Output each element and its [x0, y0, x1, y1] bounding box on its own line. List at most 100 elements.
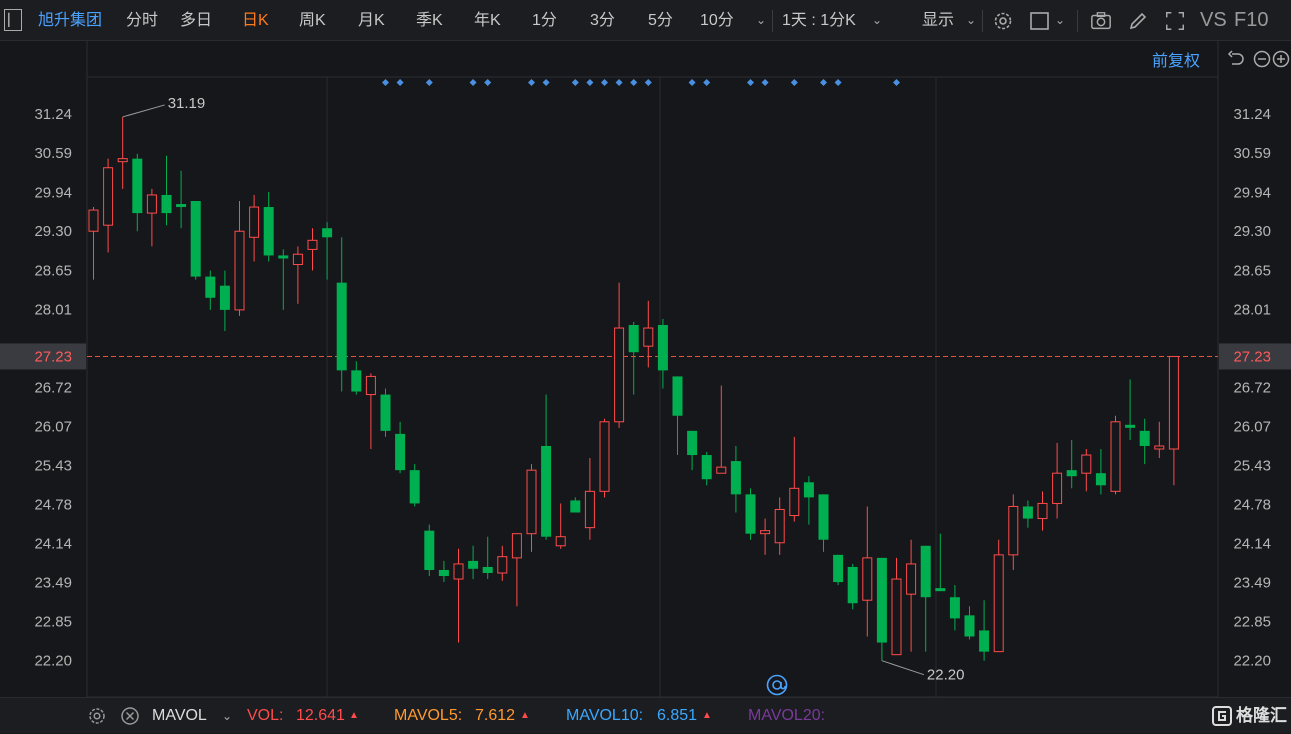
y-tick-label-right: 28.01	[1233, 301, 1271, 318]
candle-body	[511, 533, 522, 559]
candle-body	[1008, 505, 1019, 556]
chevron-down-icon[interactable]: ⌄	[966, 0, 976, 41]
indicator-select[interactable]: MAVOL	[152, 698, 207, 734]
candle-body	[862, 557, 873, 601]
y-tick-label-right: 26.72	[1233, 379, 1271, 396]
y-tick-label-left: 22.85	[34, 613, 72, 630]
tab-daily-k[interactable]: 日K	[242, 0, 269, 41]
tab-duori[interactable]: 多日	[180, 0, 212, 41]
event-marker	[790, 79, 798, 86]
divider	[772, 10, 773, 32]
y-tick-label-right: 26.07	[1233, 419, 1271, 436]
candle-body	[482, 566, 493, 573]
candle-body	[453, 563, 464, 580]
low-annotation-line	[881, 660, 925, 676]
event-marker	[893, 79, 900, 86]
current-price-label-left: 27.23	[34, 348, 72, 365]
adjust-mode-button[interactable]: 前复权	[1152, 47, 1200, 71]
event-marker	[703, 79, 711, 86]
candle-body	[949, 597, 960, 619]
tab-quarterly-k[interactable]: 季K	[416, 0, 443, 41]
y-tick-label-right: 22.20	[1233, 653, 1271, 670]
y-tick-label-right: 29.30	[1233, 223, 1271, 240]
sidebar-toggle-icon[interactable]: ▏	[4, 9, 22, 31]
chevron-down-icon[interactable]: ⌄	[756, 0, 766, 41]
candle-body	[760, 530, 771, 535]
chart-area[interactable]: 31.24 31.24 30.59 30.59 29.94 29.94 29.30 29.30…	[0, 41, 1291, 698]
tab-5min[interactable]: 5分	[648, 0, 673, 41]
candle-body	[643, 327, 654, 347]
chevron-down-icon[interactable]: ⌄	[222, 698, 232, 734]
tab-10min[interactable]: 10分	[700, 0, 734, 41]
vs-button[interactable]: VS	[1200, 0, 1227, 41]
candle-body	[701, 455, 712, 480]
divider	[1077, 10, 1078, 32]
pencil-icon[interactable]	[1127, 0, 1149, 41]
chevron-down-icon[interactable]: ⌄	[1055, 0, 1065, 41]
candle-body	[657, 325, 668, 371]
gear-icon[interactable]	[87, 706, 107, 726]
y-tick-label-left: 30.59	[34, 145, 72, 162]
candle-body	[1168, 355, 1179, 450]
y-tick-label-right: 29.94	[1233, 185, 1271, 202]
mavol20-key: MAVOL20:	[748, 707, 826, 724]
event-marker	[528, 79, 535, 86]
tab-weekly-k[interactable]: 周K	[299, 0, 326, 41]
chevron-down-icon[interactable]: ⌄	[872, 0, 882, 41]
candlestick-chart[interactable]: 31.24 31.24 30.59 30.59 29.94 29.94 29.30 29.30…	[0, 41, 1291, 698]
current-price-label-right: 27.23	[1233, 348, 1271, 365]
candle-body	[730, 461, 741, 495]
at-icon[interactable]	[766, 674, 788, 696]
zoom-in-icon[interactable]	[1272, 50, 1290, 68]
y-tick-label-left: 26.07	[34, 419, 72, 436]
f10-button[interactable]: F10	[1234, 0, 1268, 41]
candle-body	[307, 239, 318, 250]
close-icon[interactable]	[120, 706, 140, 726]
candle-body	[176, 204, 187, 208]
tab-monthly-k[interactable]: 月K	[358, 0, 385, 41]
undo-icon[interactable]	[1227, 50, 1245, 68]
y-tick-label-right: 24.14	[1233, 535, 1271, 552]
stock-name[interactable]: 旭升集团	[38, 0, 102, 41]
event-marker	[747, 79, 754, 86]
gear-icon[interactable]	[992, 0, 1014, 41]
square-icon[interactable]	[1029, 0, 1051, 41]
candle-body	[292, 253, 303, 266]
event-marker	[615, 79, 623, 86]
range-select[interactable]: 1天 : 1分K	[782, 0, 856, 41]
y-tick-label-right: 24.78	[1233, 497, 1271, 514]
candle-body	[993, 554, 1004, 653]
vol-up-icon: ▲	[349, 710, 359, 721]
candle-body	[628, 325, 639, 353]
candle-body	[322, 228, 333, 238]
candle-body	[1037, 502, 1048, 520]
y-tick-label-right: 31.24	[1233, 106, 1271, 123]
candle-body	[818, 494, 829, 540]
low-annotation-label: 22.20	[927, 667, 965, 684]
tab-yearly-k[interactable]: 年K	[474, 0, 501, 41]
candle-body	[336, 282, 347, 371]
candle-body	[1095, 473, 1106, 486]
candle-body	[716, 466, 727, 474]
candle-body	[205, 276, 216, 298]
tab-fenshi[interactable]: 分时	[126, 0, 158, 41]
candle-body	[789, 487, 800, 517]
candle-body	[249, 206, 260, 238]
y-tick-label-right: 25.43	[1233, 457, 1271, 474]
tab-3min[interactable]: 3分	[590, 0, 615, 41]
display-menu[interactable]: 显示	[922, 0, 954, 41]
candle-body	[584, 490, 595, 529]
candle-body	[672, 376, 683, 416]
candle-body	[409, 470, 420, 504]
candle-body	[190, 201, 201, 277]
fullscreen-icon[interactable]	[1164, 0, 1186, 41]
candle-body	[599, 421, 610, 492]
zoom-out-icon[interactable]	[1253, 50, 1271, 68]
y-tick-label-right: 23.49	[1233, 575, 1271, 592]
candle-body	[424, 530, 435, 570]
candle-body	[876, 557, 887, 643]
y-tick-label-left: 28.01	[34, 301, 72, 318]
candle-body	[1066, 470, 1077, 477]
camera-icon[interactable]	[1090, 0, 1112, 41]
tab-1min[interactable]: 1分	[532, 0, 557, 41]
